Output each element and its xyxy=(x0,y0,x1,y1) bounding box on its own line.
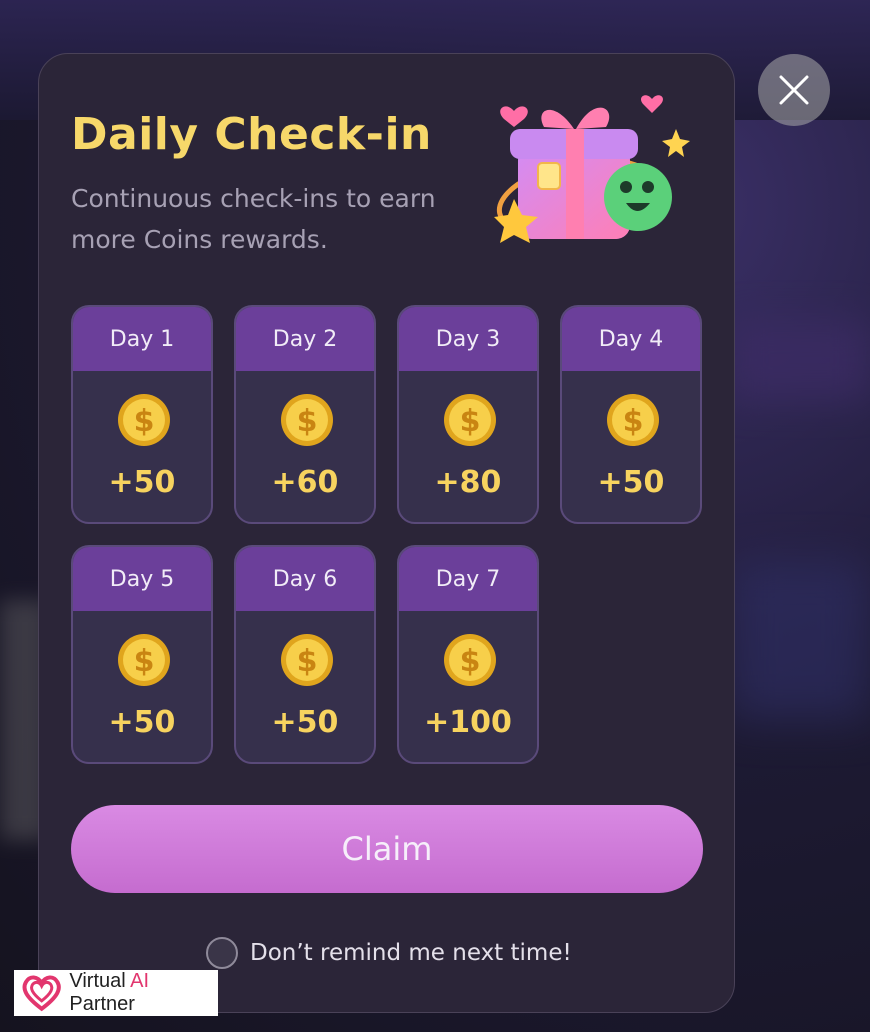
heart-logo-icon xyxy=(22,975,61,1012)
day-label: Day 2 xyxy=(236,307,374,371)
close-button[interactable] xyxy=(758,54,830,126)
day-label: Day 4 xyxy=(562,307,700,371)
gift-illustration xyxy=(494,95,690,243)
daily-checkin-modal: Daily Check-in Continuous check-ins to e… xyxy=(38,53,735,1013)
watermark-prefix: Virtual xyxy=(69,970,131,992)
watermark-suffix: Partner xyxy=(69,993,135,1015)
close-icon xyxy=(779,75,809,105)
coin-icon: $ xyxy=(118,394,170,446)
dont-remind-option[interactable]: Don’t remind me next time! xyxy=(206,936,572,970)
coin-icon: $ xyxy=(281,634,333,686)
coin-icon: $ xyxy=(607,394,659,446)
day-label: Day 3 xyxy=(399,307,537,371)
day-card-2[interactable]: Day 2 $ +60 xyxy=(234,305,376,524)
dont-remind-radio[interactable] xyxy=(206,937,238,969)
dont-remind-label: Don’t remind me next time! xyxy=(250,940,572,966)
day-card-4[interactable]: Day 4 $ +50 xyxy=(560,305,702,524)
coin-amount: +50 xyxy=(597,465,665,500)
day-card-1[interactable]: Day 1 $ +50 xyxy=(71,305,213,524)
day-card-6[interactable]: Day 6 $ +50 xyxy=(234,545,376,764)
modal-subtitle: Continuous check-ins to earn more Coins … xyxy=(71,184,436,254)
watermark-ai: AI xyxy=(130,970,150,992)
background-glow xyxy=(730,320,870,400)
svg-text:$: $ xyxy=(460,644,481,679)
coin-amount: +100 xyxy=(424,705,512,740)
day-card-7[interactable]: Day 7 $ +100 xyxy=(397,545,539,764)
svg-text:$: $ xyxy=(134,404,155,439)
svg-text:$: $ xyxy=(297,404,318,439)
svg-text:$: $ xyxy=(297,644,318,679)
coin-icon: $ xyxy=(444,634,496,686)
coin-amount: +80 xyxy=(434,465,502,500)
coin-amount: +50 xyxy=(108,705,176,740)
modal-title: Daily Check-in xyxy=(71,109,432,160)
svg-text:$: $ xyxy=(134,644,155,679)
claim-button[interactable]: Claim xyxy=(71,805,703,893)
day-card-3[interactable]: Day 3 $ +80 xyxy=(397,305,539,524)
day-label: Day 5 xyxy=(73,547,211,611)
coin-icon: $ xyxy=(444,394,496,446)
coin-icon: $ xyxy=(281,394,333,446)
day-card-5[interactable]: Day 5 $ +50 xyxy=(71,545,213,764)
coin-icon: $ xyxy=(118,634,170,686)
watermark-badge: Virtual AI Partner xyxy=(14,970,218,1016)
coin-amount: +60 xyxy=(271,465,339,500)
coin-amount: +50 xyxy=(108,465,176,500)
day-label: Day 1 xyxy=(73,307,211,371)
svg-text:$: $ xyxy=(623,404,644,439)
day-label: Day 6 xyxy=(236,547,374,611)
svg-text:$: $ xyxy=(460,404,481,439)
background-glow xyxy=(730,560,870,720)
coin-amount: +50 xyxy=(271,705,339,740)
day-label: Day 7 xyxy=(399,547,537,611)
watermark-text: Virtual AI Partner xyxy=(69,970,218,1016)
checkin-days-grid: Day 1 $ +50 Day 2 $ +60 Day 3 $ +80 Day … xyxy=(71,305,703,765)
